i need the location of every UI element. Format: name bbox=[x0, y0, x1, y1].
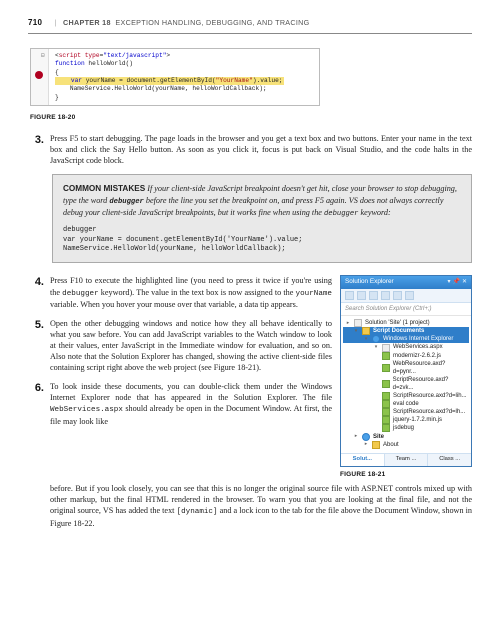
step-body: Press F5 to start debugging. The page lo… bbox=[50, 133, 472, 166]
figure-18-20-code: ⊟ <script type="text/javascript"> functi… bbox=[30, 48, 320, 106]
solexp-title: Solution Explorer bbox=[345, 278, 394, 287]
step-6-top: 6. To look inside these documents, you c… bbox=[28, 381, 332, 426]
tree-file: jquery-1.7.2.min.js bbox=[343, 416, 469, 424]
step-6-continued: before. But if you look closely, you can… bbox=[28, 483, 472, 528]
step6-text-a: To look inside these documents, you can … bbox=[50, 382, 332, 402]
tree-file: ScriptResource.axd?d=lh... bbox=[343, 408, 469, 416]
tree-file: jsdebug bbox=[343, 424, 469, 432]
solexp-tree: ▸Solution 'Site' (1 project) ▾Script Doc… bbox=[341, 316, 471, 453]
step4-var: yourName bbox=[296, 290, 332, 298]
tree-file: WebResource.axd?d=pynr... bbox=[343, 360, 469, 376]
js-icon bbox=[382, 424, 390, 432]
step-body: before. But if you look closely, you can… bbox=[50, 483, 472, 528]
solexp-toolbar bbox=[341, 289, 471, 303]
code-line: } bbox=[55, 94, 315, 102]
step6-file2: [dynamic] bbox=[177, 508, 218, 516]
note-keyword-2: debugger bbox=[324, 210, 359, 218]
solexp-search: Search Solution Explorer (Ctrl+;) bbox=[341, 303, 471, 316]
tree-file: ScriptResource.axd?d=lih... bbox=[343, 392, 469, 400]
js-icon bbox=[382, 416, 390, 424]
tree-node: ▸About bbox=[343, 441, 469, 449]
step4-text-b: keyword). The value in the text box is n… bbox=[99, 288, 296, 297]
common-mistakes-box: COMMON MISTAKES If your client-side Java… bbox=[52, 174, 472, 264]
folder-icon bbox=[362, 327, 370, 335]
js-icon bbox=[382, 400, 390, 408]
toolbar-button bbox=[405, 291, 414, 300]
toolbar-button bbox=[393, 291, 402, 300]
tree-node-selected: ▾Windows Internet Explorer bbox=[343, 335, 469, 343]
solexp-tabs: Solut... Team ... Class ... bbox=[341, 453, 471, 466]
step-body: Press F10 to execute the highlighted lin… bbox=[50, 275, 332, 309]
figure-caption-18-21: FIGURE 18-21 bbox=[340, 471, 472, 480]
js-icon bbox=[382, 392, 390, 400]
chapter-label: CHAPTER 18 bbox=[63, 18, 111, 27]
code-line: function helloWorld() bbox=[55, 60, 315, 68]
dropdown-icon: ▾ bbox=[447, 279, 450, 285]
tab-class: Class ... bbox=[428, 454, 471, 466]
note-keyword-1: debugger bbox=[109, 198, 144, 206]
tree-file: ScriptResource.axd?d=zvk... bbox=[343, 376, 469, 392]
step-body: Open the other debugging windows and not… bbox=[50, 318, 332, 373]
solution-explorer-figure: Solution Explorer ▾📌✕ Search Solution Ex… bbox=[340, 275, 472, 466]
toolbar-button bbox=[381, 291, 390, 300]
toolbar-button bbox=[369, 291, 378, 300]
breakpoint-icon bbox=[35, 71, 43, 79]
step6-file1: WebServices.aspx bbox=[50, 406, 123, 414]
tree-node: ▾WebServices.aspx bbox=[343, 343, 469, 351]
toolbar-button bbox=[345, 291, 354, 300]
code-line: NameService.HelloWorld(yourName, helloWo… bbox=[55, 85, 315, 93]
solexp-window-icons: ▾📌✕ bbox=[445, 278, 467, 287]
solution-icon bbox=[354, 319, 362, 327]
step-5: 5. Open the other debugging windows and … bbox=[28, 318, 332, 373]
code-line: <script type="text/javascript"> bbox=[55, 52, 315, 60]
page-number: 710 bbox=[28, 18, 42, 27]
step-number: 3. bbox=[28, 133, 50, 148]
note-title: COMMON MISTAKES bbox=[63, 184, 145, 193]
step-number: 4. bbox=[28, 275, 50, 290]
two-column-section: 4. Press F10 to execute the highlighted … bbox=[28, 275, 472, 479]
step4-text-c: variable. When you hover your mouse over… bbox=[50, 300, 298, 309]
tab-solution: Solut... bbox=[341, 454, 385, 466]
tree-file: eval code bbox=[343, 400, 469, 408]
step-4: 4. Press F10 to execute the highlighted … bbox=[28, 275, 332, 309]
js-icon bbox=[382, 352, 390, 360]
step-3: 3. Press F5 to start debugging. The page… bbox=[28, 133, 472, 166]
figure-caption-18-20: FIGURE 18-20 bbox=[30, 114, 472, 123]
step-body: To look inside these documents, you can … bbox=[50, 381, 332, 426]
site-icon bbox=[362, 433, 370, 441]
tree-node: ▸Site bbox=[343, 433, 469, 441]
pin-icon: 📌 bbox=[452, 279, 459, 285]
step4-keyword: debugger bbox=[62, 290, 98, 298]
globe-icon bbox=[372, 335, 380, 343]
js-icon bbox=[382, 380, 390, 388]
tree-file: modernizr-2.6.2.js bbox=[343, 352, 469, 360]
tab-team: Team ... bbox=[385, 454, 429, 466]
chapter-title: EXCEPTION HANDLING, DEBUGGING, AND TRACI… bbox=[115, 18, 309, 27]
close-icon: ✕ bbox=[462, 279, 467, 285]
running-header: 710 | CHAPTER 18 EXCEPTION HANDLING, DEB… bbox=[28, 18, 472, 34]
step-number: 5. bbox=[28, 318, 50, 333]
toolbar-button bbox=[357, 291, 366, 300]
header-separator: | bbox=[55, 18, 57, 27]
code-line: { bbox=[55, 69, 315, 77]
solexp-titlebar: Solution Explorer ▾📌✕ bbox=[341, 276, 471, 289]
js-icon bbox=[382, 408, 390, 416]
step-number: 6. bbox=[28, 381, 50, 396]
note-code-block: debugger var yourName = document.getElem… bbox=[63, 226, 461, 254]
folder-icon bbox=[372, 441, 380, 449]
page-icon bbox=[382, 344, 390, 352]
code-line-highlighted: var yourName = document.getElementById("… bbox=[55, 77, 315, 85]
collapse-icon: ⊟ bbox=[41, 52, 45, 60]
note-body-3: keyword: bbox=[359, 208, 391, 217]
js-icon bbox=[382, 364, 390, 372]
tree-root: ▸Solution 'Site' (1 project) bbox=[343, 319, 469, 327]
tree-node: ▾Script Documents bbox=[343, 327, 469, 335]
